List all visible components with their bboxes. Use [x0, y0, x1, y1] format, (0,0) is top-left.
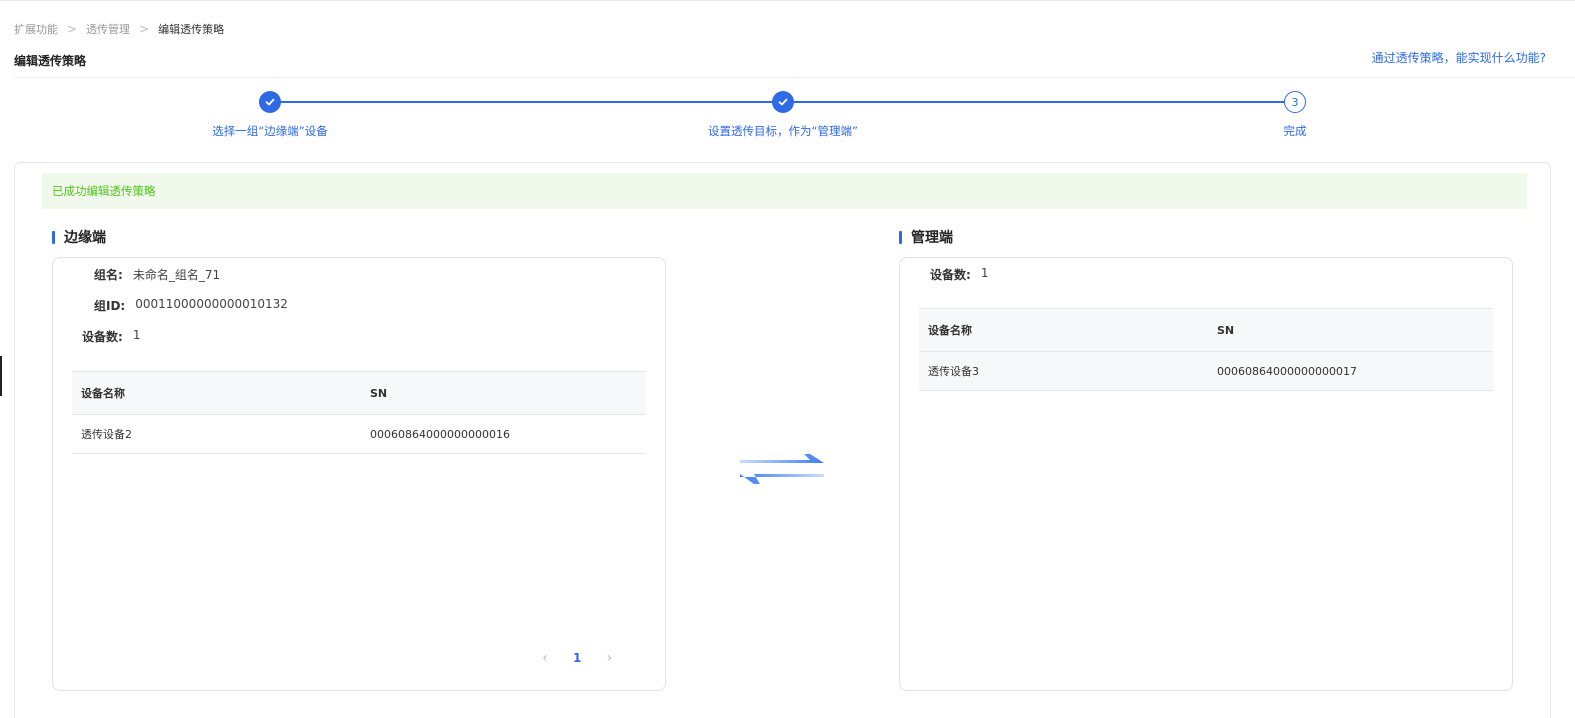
step-3-number: 3 — [1284, 91, 1306, 113]
pagination: ‹ 1 › — [538, 650, 616, 666]
group-id-value: 00011000000000010132 — [135, 297, 288, 311]
help-link[interactable]: 通过透传策略，能实现什么功能? — [1372, 49, 1546, 66]
manager-device-table: 设备名称 SN 透传设备3 00060864000000000017 — [919, 308, 1493, 391]
edge-card — [52, 257, 666, 691]
table-header-row: 设备名称 SN — [919, 308, 1493, 352]
edge-group-id-row: 组ID: 00011000000000010132 — [94, 297, 288, 314]
step-connector — [783, 101, 1294, 103]
section-marker — [899, 230, 902, 244]
success-alert: 已成功编辑透传策略 — [42, 173, 1527, 209]
step-3-label: 完成 — [1283, 124, 1307, 138]
left-edge-mark — [0, 356, 2, 396]
device-count-value: 1 — [980, 266, 989, 280]
step-2-check-icon — [772, 91, 794, 113]
device-name-cell: 透传设备3 — [919, 351, 1208, 391]
step-2-label: 设置透传目标，作为“管理端” — [708, 124, 858, 138]
column-header-sn: SN — [1208, 308, 1493, 352]
breadcrumb-item-passthrough[interactable]: 透传管理 — [86, 21, 130, 37]
column-header-device-name: 设备名称 — [72, 371, 361, 415]
breadcrumb-separator-icon: > — [67, 22, 78, 36]
page-title: 编辑透传策略 — [14, 54, 87, 68]
device-sn-cell: 00060864000000000017 — [1208, 351, 1493, 391]
column-header-sn: SN — [361, 371, 646, 415]
column-header-device-name: 设备名称 — [919, 308, 1208, 352]
step-1-check-icon — [259, 91, 281, 113]
device-count-value: 1 — [132, 328, 141, 342]
page-number-1[interactable]: 1 — [573, 651, 581, 665]
edge-device-count-row: 设备数: 1 — [82, 328, 140, 345]
top-border — [0, 0, 1575, 1]
manager-section-title: 管理端 — [899, 227, 953, 247]
breadcrumb-item-extensions[interactable]: 扩展功能 — [14, 21, 58, 37]
section-marker — [52, 230, 55, 244]
table-row[interactable]: 透传设备2 00060864000000000016 — [72, 414, 646, 454]
group-id-label: 组ID: — [94, 299, 126, 313]
step-1-label: 选择一组“边缘端”设备 — [212, 124, 328, 138]
device-name-cell: 透传设备2 — [72, 414, 361, 454]
table-row[interactable]: 透传设备3 00060864000000000017 — [919, 351, 1493, 391]
table-header-row: 设备名称 SN — [72, 371, 646, 415]
manager-title-text: 管理端 — [911, 230, 953, 246]
device-sn-cell: 00060864000000000016 — [361, 414, 646, 454]
step-connector — [270, 101, 782, 103]
breadcrumb: 扩展功能 > 透传管理 > 编辑透传策略 — [14, 21, 224, 37]
prev-page-icon[interactable]: ‹ — [538, 650, 552, 666]
swap-arrows-icon — [740, 454, 824, 484]
title-divider — [14, 77, 1575, 78]
edge-section-title: 边缘端 — [52, 227, 106, 247]
device-count-label: 设备数: — [930, 268, 971, 282]
next-page-icon[interactable]: › — [602, 650, 616, 666]
device-count-label: 设备数: — [82, 330, 123, 344]
manager-device-count-row: 设备数: 1 — [930, 266, 988, 283]
group-name-label: 组名: — [94, 268, 123, 282]
breadcrumb-separator-icon: > — [139, 22, 150, 36]
edge-device-table: 设备名称 SN 透传设备2 00060864000000000016 — [72, 371, 646, 454]
edge-group-name-row: 组名: 未命名_组名_71 — [94, 266, 220, 283]
group-name-value: 未命名_组名_71 — [132, 268, 221, 282]
breadcrumb-current: 编辑透传策略 — [158, 23, 225, 36]
page: 扩展功能 > 透传管理 > 编辑透传策略 编辑透传策略 通过透传策略，能实现什么… — [0, 0, 1575, 718]
edge-title-text: 边缘端 — [64, 230, 106, 246]
